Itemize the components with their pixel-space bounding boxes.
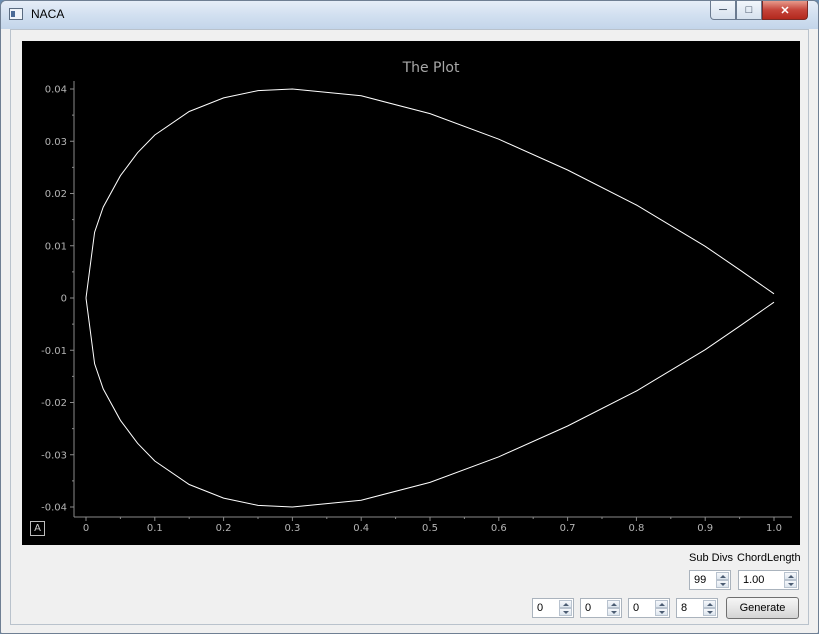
y-tick-label: -0.01 — [41, 346, 67, 357]
spin-up-icon[interactable] — [703, 600, 716, 608]
naca-digit-4-spinbox[interactable]: 8 — [676, 598, 718, 618]
naca-digit-3-value: 0 — [633, 602, 640, 614]
x-tick-label: 0.7 — [560, 523, 576, 534]
chord-length-spinbox[interactable]: 1.00 — [738, 570, 799, 590]
spin-down-icon[interactable] — [607, 608, 620, 616]
lower-surface-line — [85, 297, 775, 508]
spin-up-icon[interactable] — [559, 600, 572, 608]
plot-canvas: The Plot 0.04 0.03 0.02 0.01 0 -0.01 -0.02 -0.0… — [41, 60, 792, 534]
y-tick-label: -0.02 — [41, 398, 67, 409]
x-tick-label: 0.5 — [422, 523, 438, 534]
sub-divs-label: Sub Divs — [689, 552, 734, 564]
title-bar[interactable]: NACA ─ □ ✕ — [1, 1, 818, 29]
upper-surface-line — [85, 88, 775, 299]
x-tick-label: 0.1 — [147, 523, 163, 534]
autoscale-icon[interactable]: A — [30, 521, 45, 536]
x-tick-label: 0.9 — [697, 523, 713, 534]
y-tick-label: 0.02 — [45, 189, 67, 200]
naca-digit-2-spinbox[interactable]: 0 — [580, 598, 622, 618]
y-tick-label: 0 — [61, 294, 67, 305]
x-tick-label: 1.0 — [766, 523, 782, 534]
x-tick-label: 0 — [83, 523, 89, 534]
maximize-icon: □ — [745, 4, 753, 16]
maximize-button[interactable]: □ — [736, 1, 762, 20]
x-tick-label: 0.3 — [284, 523, 300, 534]
close-icon: ✕ — [780, 4, 790, 17]
chord-length-value: 1.00 — [743, 574, 765, 586]
spin-up-icon[interactable] — [784, 572, 797, 580]
spin-down-icon[interactable] — [559, 608, 572, 616]
x-tick-label: 0.8 — [628, 523, 644, 534]
sub-divs-value: 99 — [694, 574, 707, 586]
plot-area: The Plot 0.04 0.03 0.02 0.01 0 -0.01 -0.02 -0.0… — [22, 41, 800, 545]
minimize-icon: ─ — [719, 4, 727, 16]
naca-digit-4-value: 8 — [681, 602, 688, 614]
y-tick-label: -0.04 — [41, 503, 67, 514]
minimize-button[interactable]: ─ — [710, 1, 736, 20]
spin-up-icon[interactable] — [716, 572, 729, 580]
naca-digit-3-spinbox[interactable]: 0 — [628, 598, 670, 618]
generate-button[interactable]: Generate — [726, 597, 799, 619]
x-tick-label: 0.6 — [491, 523, 507, 534]
spin-down-icon[interactable] — [716, 580, 729, 588]
app-icon[interactable] — [9, 8, 23, 20]
chord-length-label: ChordLength — [737, 552, 801, 564]
y-tick-label: 0.04 — [45, 85, 67, 96]
close-button[interactable]: ✕ — [762, 1, 808, 20]
spin-up-icon[interactable] — [607, 600, 620, 608]
sub-divs-spinbox[interactable]: 99 — [689, 570, 731, 590]
naca-digit-2-value: 0 — [585, 602, 592, 614]
window-title: NACA — [31, 7, 65, 21]
spin-up-icon[interactable] — [655, 600, 668, 608]
y-tick-label: -0.03 — [41, 450, 67, 461]
spin-down-icon[interactable] — [703, 608, 716, 616]
spin-down-icon[interactable] — [784, 580, 797, 588]
app-window: NACA ─ □ ✕ The Plot 0.04 0.03 0.02 0.01 0 -0.… — [0, 0, 819, 634]
plot-title: The Plot — [402, 60, 460, 76]
x-tick-label: 0.2 — [216, 523, 232, 534]
y-tick-label: 0.03 — [45, 137, 67, 148]
spin-down-icon[interactable] — [655, 608, 668, 616]
y-tick-label: 0.01 — [45, 241, 67, 252]
naca-digit-1-value: 0 — [537, 602, 544, 614]
x-tick-label: 0.4 — [353, 523, 369, 534]
naca-digit-1-spinbox[interactable]: 0 — [532, 598, 574, 618]
